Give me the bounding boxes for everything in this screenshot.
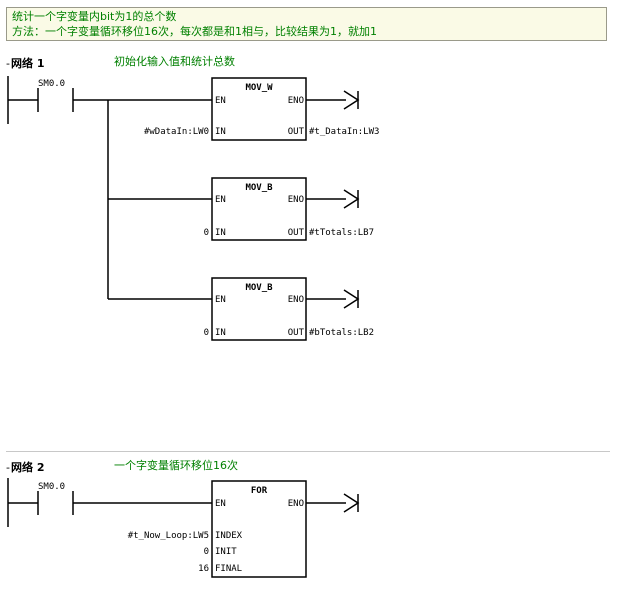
out-operand[interactable]: #tTotals:LB7	[309, 228, 374, 238]
in-pin: IN	[215, 127, 226, 137]
contact-label: SM0.0	[38, 482, 65, 492]
contact-label: SM0.0	[38, 79, 65, 89]
index-operand[interactable]: #t_Now_Loop:LW5	[128, 531, 209, 541]
in-pin: IN	[215, 328, 226, 338]
en-pin: EN	[215, 295, 226, 305]
block-name: FOR	[251, 486, 268, 496]
ladder-diagram[interactable]: SM0.0 MOV_W EN ENO IN OUT #wDataIn:LW0 #…	[0, 0, 617, 594]
init-operand[interactable]: 0	[204, 547, 209, 557]
out-operand[interactable]: #t_DataIn:LW3	[309, 127, 379, 137]
index-pin: INDEX	[215, 531, 243, 541]
in-operand[interactable]: 0	[204, 328, 209, 338]
mov-w-block[interactable]: MOV_W EN ENO IN OUT	[211, 77, 307, 141]
eno-pin: ENO	[288, 195, 304, 205]
in-operand[interactable]: 0	[204, 228, 209, 238]
en-pin: EN	[215, 499, 226, 509]
block-name: MOV_B	[245, 183, 273, 193]
output-arrow-icon	[343, 493, 360, 513]
en-pin: EN	[215, 96, 226, 106]
mov-b-block-1[interactable]: MOV_B EN ENO IN OUT	[211, 177, 307, 241]
block-name: MOV_B	[245, 283, 273, 293]
block-name: MOV_W	[245, 83, 273, 93]
out-pin: OUT	[288, 228, 305, 238]
eno-pin: ENO	[288, 96, 304, 106]
output-arrow-icon	[343, 90, 360, 110]
final-pin: FINAL	[215, 564, 242, 574]
init-pin: INIT	[215, 547, 237, 557]
output-arrow-icon	[343, 189, 360, 209]
out-pin: OUT	[288, 127, 305, 137]
for-block[interactable]: FOR EN ENO INDEX INIT FINAL	[211, 480, 307, 578]
eno-pin: ENO	[288, 295, 304, 305]
output-arrow-icon	[343, 289, 360, 309]
contact-sm0-0-net2[interactable]: SM0.0	[37, 482, 74, 515]
en-pin: EN	[215, 195, 226, 205]
in-operand[interactable]: #wDataIn:LW0	[144, 127, 209, 137]
out-pin: OUT	[288, 328, 305, 338]
mov-b-block-2[interactable]: MOV_B EN ENO IN OUT	[211, 277, 307, 341]
eno-pin: ENO	[288, 499, 304, 509]
in-pin: IN	[215, 228, 226, 238]
out-operand[interactable]: #bTotals:LB2	[309, 328, 374, 338]
contact-sm0-0-net1[interactable]: SM0.0	[37, 79, 74, 112]
final-operand[interactable]: 16	[198, 564, 209, 574]
